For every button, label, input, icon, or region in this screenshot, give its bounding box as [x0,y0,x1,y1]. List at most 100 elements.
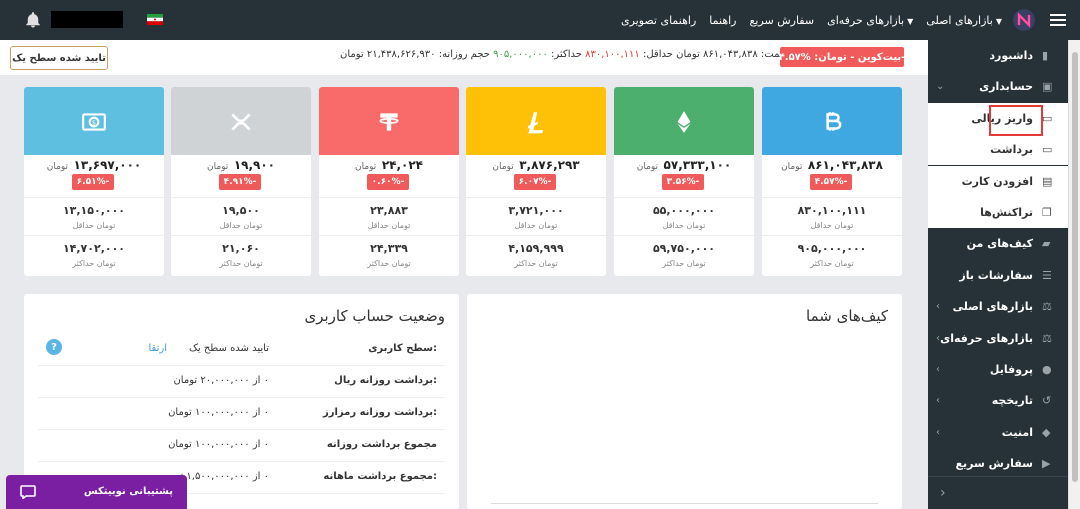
balance-icon: ⚖ [1042,332,1052,345]
redacted-username[interactable] [51,11,123,28]
iran-flag-icon[interactable] [147,14,163,25]
card-min-value: ۲۳,۸۸۳ [370,204,408,217]
chat-icon[interactable] [20,485,36,499]
top-nav-item[interactable]: بازارهای حرفه‌ای ▼ [827,14,913,27]
sidebar-item[interactable]: ❐ تراکنش‌ها [928,197,1068,228]
card-max-label: تومان حداکثر [219,259,263,268]
top-nav-label: راهنما [709,13,737,27]
card-header [614,87,754,155]
card-divider [171,235,311,236]
sidebar-item[interactable]: ▶ سفارش سریع [928,448,1068,479]
verified-level-button[interactable]: تایید شده سطح یک [10,46,108,70]
dollar-icon: $ [82,113,106,131]
card-change-badge: ۰.۶۰%- [367,174,409,190]
sidebar-item[interactable]: ↺ تاریخچه ‹ [928,385,1068,416]
litecoin-icon [527,112,544,134]
top-nav-item[interactable]: بازارهای اصلی ▼ [926,14,1002,27]
card-change-badge: ۴.۹۱%- [219,174,261,190]
market-card-litecoin[interactable]: ۳,۸۷۶,۲۹۳ تومان ۶.۰۷%- ۳,۷۲۱,۰۰۰ تومان حداق… [466,87,606,276]
top-nav-item[interactable]: راهنمای تصویری [621,14,696,27]
max-label: حداکثر: [551,49,582,60]
card-price-unit: تومان [781,162,803,172]
sidebar-item[interactable]: ▭ برداشت [928,134,1068,165]
wallets-panel: کیف‌های شما [467,294,902,509]
nobitex-logo-icon[interactable] [1012,8,1036,32]
market-card-dollar[interactable]: $۱۳,۶۹۷,۰۰۰ تومان ۶.۵۱%- ۱۳,۱۵۰,۰۰۰ تومان ح… [24,87,164,276]
top-nav-label: راهنمای تصویری [620,13,697,27]
card-price-unit: تومان [46,162,69,172]
min-label: حداقل: [642,49,673,60]
sidebar-collapse[interactable]: › [928,476,1068,509]
sidebar-item-label: تراکنش‌ها [980,206,1033,219]
sidebar-item[interactable]: ☰ سفارشات باز [928,260,1068,291]
card-max-value: ۱۴,۷۰۲,۰۰۰ [62,242,126,255]
status-label: برداشت روزانه ریال: [334,375,437,386]
card-price-unit: تومان [636,162,659,172]
market-card-ripple[interactable]: ۱۹,۹۰۰ تومان ۴.۹۱%- ۱۹,۵۰۰ تومان حداقل ۲۱,۰۶… [171,87,311,276]
card-change-badge: ۶.۰۷%- [514,174,556,190]
active-highlight [989,105,1043,136]
btc-market-badge[interactable]: بیت‌کوین - تومان: %۴.۵۷- [779,47,905,67]
card-max-value: ۴,۱۵۹,۹۹۹ [508,242,564,255]
chevron-icon: ‹ [936,364,940,375]
help-icon[interactable]: ? [46,339,62,355]
wallet-icon: ▰ [1042,237,1051,250]
sidebar-item-label: سفارشات باز [959,269,1033,282]
card-min-value: ۸۳۰,۱۰۰,۱۱۱ [797,204,867,217]
support-label: پشتیبانی نوبیتکس [83,486,173,497]
sidebar-item[interactable]: ◆ امنیت ‹ [928,417,1068,448]
ripple-icon [231,113,251,131]
caret-down-icon: ▼ [995,16,1002,26]
sidebar-item[interactable]: ⚖ بازارهای حرفه‌ای ‹ [928,323,1068,354]
scrollbar-thumb[interactable] [1072,52,1078,482]
market-card-bitcoin[interactable]: ۸۶۱,۰۴۳,۸۳۸ تومان ۴.۵۷%- ۸۳۰,۱۰۰,۱۱۱ تومان … [762,87,902,276]
volume-unit: تومان [340,49,364,60]
card-price-row: ۳,۸۷۶,۲۹۳ تومان [466,158,606,172]
market-card-tether[interactable]: ۲۴,۰۲۴ تومان ۰.۶۰%- ۲۳,۸۸۳ تومان حداقل ۲۴,۳۳… [319,87,459,276]
sidebar-item-label: امنیت [1001,426,1033,439]
chevron-icon: ⌄ [936,81,945,92]
status-label: مجموع برداشت روزانه [326,439,437,450]
upgrade-link[interactable]: ارتقا [149,343,168,354]
chevron-icon: ‹ [936,395,940,406]
support-chat-button[interactable]: پشتیبانی نوبیتکس [6,475,187,509]
card-divider [466,197,606,198]
card-price: ۱۳,۶۹۷,۰۰۰ [73,158,142,172]
menu-icon[interactable] [1050,13,1066,27]
svg-text:$: $ [92,119,96,127]
card-icon: ▭ [1042,143,1053,156]
card-max-value: ۲۴,۳۳۹ [370,242,408,255]
sidebar-item-label: تاریخچه [991,394,1033,407]
card-max-label: تومان حداکثر [72,259,116,268]
copy-icon: ❐ [1042,206,1052,219]
card-min-label: تومان حداقل [810,221,854,230]
card-min-value: ۳,۷۲۱,۰۰۰ [508,204,564,217]
scrollbar[interactable] [1068,40,1080,509]
chevron-right-icon[interactable]: › [940,485,946,501]
sidebar-item[interactable]: ● پروفایل ‹ [928,354,1068,385]
card-max-label: تومان حداکثر [662,259,706,268]
market-card-ethereum[interactable]: ۵۷,۳۳۳,۱۰۰ تومان ۳.۵۶%- ۵۵,۰۰۰,۰۰۰ تومان حد… [614,87,754,276]
sidebar-item[interactable]: ⚖ بازارهای اصلی ‹ [928,291,1068,322]
bitcoin-icon [826,112,842,131]
top-nav-item[interactable]: راهنما [709,14,736,27]
account-status-title: وضعیت حساب کاربری [304,307,445,325]
card-header [466,87,606,155]
main-content: ۸۶۱,۰۴۳,۸۳۸ تومان ۴.۵۷%- ۸۳۰,۱۰۰,۱۱۱ تومان … [0,75,928,509]
top-nav-item[interactable]: سفارش سریع [750,14,815,27]
card-price: ۳,۸۷۶,۲۹۳ [519,158,580,172]
status-label: سطح کاربری: [368,343,437,354]
balance-icon: ⚖ [1042,300,1052,313]
sidebar-item[interactable]: ▮ داشبورد [928,40,1068,71]
sidebar-item[interactable]: ▰ کیف‌های من [928,228,1068,259]
bell-icon[interactable] [24,11,42,29]
card-price-row: ۱۹,۹۰۰ تومان [171,158,311,172]
sidebar-item[interactable]: ▣ حسابداری ⌄ [928,71,1068,102]
card-max-value: ۵۹,۷۵۰,۰۰۰ [652,242,716,255]
card-divider [762,197,902,198]
card-header [762,87,902,155]
last-price-unit: تومان [676,49,700,60]
sidebar-item[interactable]: ▤ افزودن کارت [928,166,1068,197]
card-divider [466,235,606,236]
tether-icon [379,113,399,131]
